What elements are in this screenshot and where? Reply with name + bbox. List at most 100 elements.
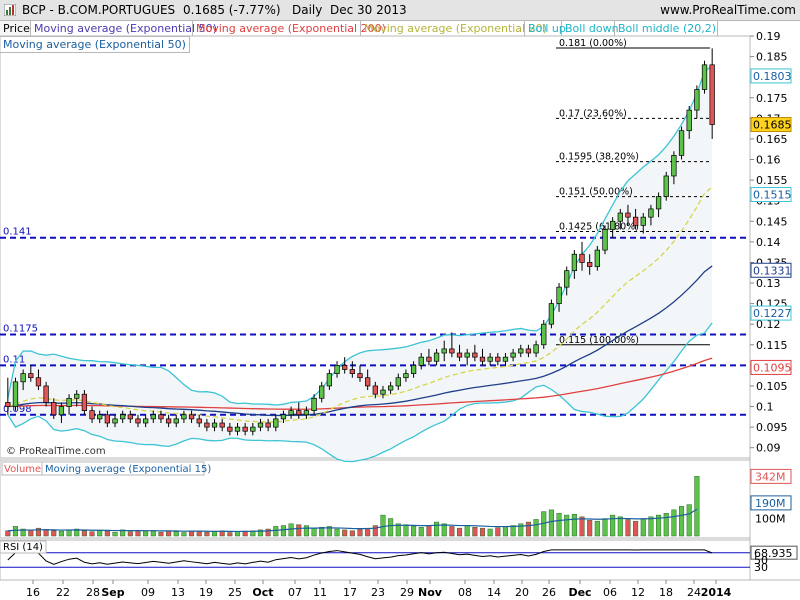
volume-bar (456, 527, 463, 537)
candle-body (196, 418, 202, 424)
candle-body (410, 365, 417, 374)
candle-body (609, 220, 616, 230)
candle-body (219, 422, 225, 428)
fib-label: 0.115 (100.00%) (559, 335, 639, 346)
rsi-legend: RSI (14) (3, 542, 43, 553)
candle-body (20, 373, 26, 383)
volume-bar (349, 530, 355, 537)
x-tick-label: 17 (343, 586, 357, 599)
candle-body (541, 323, 547, 346)
candle-body (655, 196, 662, 210)
x-tick-label: 06 (603, 586, 617, 599)
candle-body (449, 348, 455, 354)
candle-body (165, 418, 172, 424)
x-tick-label: 11 (313, 586, 327, 599)
volume-bar (288, 523, 294, 537)
volume-bar (66, 529, 72, 537)
candle-body (303, 410, 310, 416)
volume-bar (181, 532, 187, 537)
x-tick-label: 26 (542, 586, 556, 599)
candle-body (288, 410, 294, 416)
candle-body (433, 352, 440, 362)
volume-bar (265, 528, 271, 537)
candle-body (426, 356, 432, 362)
volume-bar (166, 530, 172, 537)
candle-body (28, 373, 34, 379)
candle-body (234, 426, 241, 432)
volume-bar (296, 524, 302, 537)
rsi-tick-label: 30 (754, 561, 768, 574)
candle-body (571, 253, 578, 272)
candle-body (671, 155, 677, 177)
rsi-line-path (7, 549, 713, 565)
watermark: © ProRealTime.com (6, 446, 106, 457)
volume-bar (403, 524, 409, 537)
candle-body (387, 385, 394, 391)
x-tick-label: Sep (101, 586, 124, 599)
rsi-line: 68.9355030 (0, 545, 798, 574)
volume-bar (564, 514, 570, 537)
candle-body (464, 352, 470, 358)
x-tick-label: 23 (371, 586, 385, 599)
volume-bar (143, 530, 149, 537)
candle-body (403, 373, 409, 379)
x-tick-label: 22 (56, 586, 70, 599)
volume-bar (12, 526, 19, 537)
x-tick-label: 24 (687, 586, 701, 599)
y-tick-label: 0.095 (756, 421, 788, 434)
candle-body (456, 352, 463, 358)
candle-body (127, 414, 133, 420)
candle-body (564, 270, 570, 288)
candle-body (135, 418, 141, 424)
volume-ema-legend: Moving average (Exponential 15) (45, 464, 211, 475)
candle-body (242, 426, 248, 432)
price-tag-label: 0.1095 (753, 361, 792, 374)
candle-body (556, 286, 562, 304)
x-tick-label: 18 (659, 586, 673, 599)
y-tick-label: 0.145 (756, 215, 788, 228)
candle-body (694, 89, 700, 111)
volume-bar (227, 532, 233, 537)
volume-ema-line (7, 508, 698, 533)
y-tick-label: 0.185 (756, 51, 788, 64)
candle-body (250, 426, 256, 432)
candle-body (380, 389, 386, 395)
volume-bar (58, 530, 64, 537)
volume-bar (204, 531, 210, 537)
candle-body (181, 414, 187, 420)
candle-body (495, 356, 501, 362)
candle-body (472, 352, 478, 358)
candle-body (43, 385, 49, 403)
candle-body (265, 422, 271, 428)
candle-body (640, 216, 646, 226)
candle-body (81, 393, 88, 412)
x-tick-label: 14 (487, 586, 501, 599)
volume-bar (479, 527, 486, 537)
volume-bar (311, 527, 317, 537)
volume-bar (571, 513, 577, 537)
candle-body (227, 426, 233, 432)
candle-body (35, 377, 42, 387)
y-tick-label: 0.175 (756, 92, 788, 105)
volume-bar (602, 518, 608, 537)
bollinger-band-area (7, 65, 713, 462)
candle-body (58, 406, 65, 416)
x-tick-label: 13 (171, 586, 185, 599)
candle-body (686, 109, 692, 132)
x-tick-label: 25 (228, 586, 242, 599)
volume-bar (173, 531, 179, 537)
candle-body (104, 414, 111, 424)
volume-bar (548, 509, 554, 537)
candle-body (342, 365, 348, 370)
volume-bar (663, 513, 669, 537)
volume-legend: Volume (4, 464, 41, 475)
volume-bar (525, 521, 531, 537)
y-tick-label: 0.115 (756, 339, 788, 352)
volume-bar (556, 513, 562, 537)
volume-bar (594, 520, 600, 537)
volume-bar (587, 520, 593, 537)
candle-body (273, 418, 279, 428)
y-tick-label: 0.165 (756, 133, 788, 146)
candle-body (334, 365, 340, 374)
candle-body (280, 414, 287, 420)
